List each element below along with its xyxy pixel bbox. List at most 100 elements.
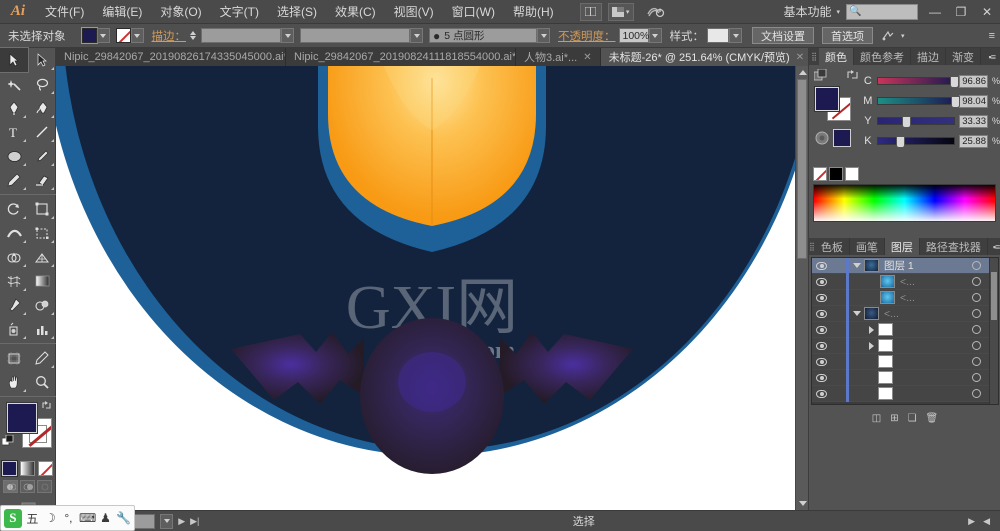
close-button[interactable]: ✕: [974, 0, 1000, 24]
layer-twirl-toggle[interactable]: [850, 263, 864, 268]
tab-color[interactable]: 颜色: [819, 48, 854, 65]
workspace-label[interactable]: 基本功能: [783, 3, 831, 20]
ime-settings-icon[interactable]: 🔧: [116, 511, 131, 525]
tab-stroke[interactable]: 描边: [911, 48, 946, 65]
next-artboard-button[interactable]: ▶: [178, 516, 185, 527]
status-resize-icon[interactable]: ◀: [983, 516, 990, 527]
eraser-tool[interactable]: [28, 168, 56, 192]
eyedropper-tool[interactable]: [0, 293, 28, 317]
layer-target-icon[interactable]: [964, 357, 988, 366]
menu-object[interactable]: 对象(O): [151, 0, 210, 24]
blend-tool[interactable]: [28, 293, 56, 317]
gradient-tool[interactable]: [28, 269, 56, 293]
layer-name[interactable]: <...: [900, 292, 964, 304]
color-last-swatch[interactable]: [833, 129, 851, 147]
menu-help[interactable]: 帮助(H): [504, 0, 563, 24]
search-input[interactable]: 🔍: [846, 3, 918, 20]
preferences-button[interactable]: 首选项: [822, 27, 873, 44]
stroke-profile-dropdown[interactable]: [410, 28, 423, 43]
menu-file[interactable]: 文件(F): [36, 0, 93, 24]
mesh-tool[interactable]: [0, 269, 28, 293]
stroke-label[interactable]: 描边：: [152, 28, 187, 44]
type-tool[interactable]: T: [0, 120, 28, 144]
layer-visibility-toggle[interactable]: [812, 277, 830, 286]
color-spectrum-bar[interactable]: [813, 184, 996, 222]
artboard-tool[interactable]: [0, 346, 28, 370]
tab-layers[interactable]: 图层: [884, 238, 920, 255]
layer-target-icon[interactable]: [964, 261, 988, 270]
layer-visibility-toggle[interactable]: [812, 261, 830, 270]
canvas-vertical-scrollbar[interactable]: [795, 66, 808, 510]
document-tab-3[interactable]: 人物3.ai*... ✕: [516, 48, 601, 66]
select-similar-button[interactable]: ▾: [881, 30, 905, 42]
restore-button[interactable]: ❐: [948, 0, 974, 24]
layer-target-icon[interactable]: [964, 293, 988, 302]
draw-behind-button[interactable]: [20, 480, 35, 493]
layer-target-icon[interactable]: [964, 341, 988, 350]
stroke-weight-stepper[interactable]: [190, 31, 199, 40]
selection-tool[interactable]: [0, 47, 29, 73]
layer-twirl-toggle[interactable]: [850, 311, 864, 316]
layer-visibility-toggle[interactable]: [812, 357, 830, 366]
layer-target-icon[interactable]: [964, 389, 988, 398]
ime-mode-wubi[interactable]: 五: [25, 510, 40, 527]
draw-inside-button[interactable]: [37, 480, 52, 493]
direct-selection-tool[interactable]: [28, 48, 56, 72]
bridge-icon[interactable]: [643, 2, 669, 22]
menu-view[interactable]: 视图(V): [385, 0, 443, 24]
delete-layer-icon[interactable]: 🗑: [926, 413, 939, 424]
toolbar-fill-swatch[interactable]: [6, 402, 38, 434]
spectrum-none-swatch[interactable]: [813, 167, 827, 181]
slider-track-k[interactable]: [876, 136, 955, 148]
brush-definition-dropdown[interactable]: [537, 28, 550, 43]
curvature-tool[interactable]: [28, 96, 56, 120]
ime-logo-icon[interactable]: S: [4, 508, 22, 528]
minimize-button[interactable]: —: [922, 0, 948, 24]
layers-panel-menu-icon[interactable]: ▪≡: [988, 238, 1000, 255]
menu-edit[interactable]: 编辑(E): [93, 0, 151, 24]
layer-twirl-toggle[interactable]: [864, 325, 878, 334]
layers-scrollbar[interactable]: [989, 258, 998, 404]
hand-tool[interactable]: [0, 370, 28, 394]
spectrum-black-swatch[interactable]: [829, 167, 843, 181]
layer-visibility-toggle[interactable]: [812, 341, 830, 350]
rotate-tool[interactable]: [0, 197, 28, 221]
layer-visibility-toggle[interactable]: [812, 389, 830, 398]
menu-effect[interactable]: 效果(C): [326, 0, 385, 24]
draw-normal-button[interactable]: [3, 480, 18, 493]
tab-pathfinder[interactable]: 路径查找器: [920, 238, 988, 255]
ime-extras-icon[interactable]: ♟: [98, 511, 113, 525]
color-none-icon[interactable]: [815, 131, 829, 145]
layer-row-6[interactable]: [812, 353, 998, 370]
scroll-up-icon[interactable]: [799, 70, 807, 75]
ime-punctuation-icon[interactable]: °,: [61, 511, 76, 525]
pencil-tool[interactable]: [0, 168, 28, 192]
default-fill-stroke-icon[interactable]: [1, 434, 14, 447]
last-artboard-button[interactable]: ▶|: [190, 516, 199, 527]
layer-row-3[interactable]: <...: [812, 305, 998, 322]
document-setup-button[interactable]: 文档设置: [752, 27, 814, 44]
stroke-dropdown[interactable]: [130, 28, 144, 43]
menu-window[interactable]: 窗口(W): [443, 0, 504, 24]
tab-color-guide[interactable]: 颜色参考: [854, 48, 911, 65]
make-sublayer-icon[interactable]: ⊞: [890, 413, 898, 424]
vertical-scroll-thumb[interactable]: [797, 79, 807, 259]
layer-row-4[interactable]: [812, 321, 998, 338]
status-menu-icon[interactable]: ▶: [968, 516, 975, 527]
slider-track-y[interactable]: [876, 116, 955, 128]
layer-name[interactable]: 图层 1: [884, 258, 964, 273]
slice-tool[interactable]: [28, 346, 56, 370]
menu-type[interactable]: 文字(T): [211, 0, 268, 24]
column-graph-tool[interactable]: [28, 317, 56, 341]
layer-name[interactable]: <...: [900, 276, 964, 288]
workspace-chevron-down-icon[interactable]: ▾: [836, 8, 840, 16]
new-layer-icon[interactable]: ❏: [908, 413, 917, 424]
lasso-tool[interactable]: [28, 72, 56, 96]
opacity-dropdown[interactable]: [648, 28, 662, 43]
magic-wand-tool[interactable]: [0, 72, 28, 96]
ime-moon-icon[interactable]: ☽: [43, 511, 58, 525]
graphic-style-swatch[interactable]: [707, 28, 729, 43]
tab-brushes[interactable]: 画笔: [850, 238, 885, 255]
ellipse-tool[interactable]: [0, 144, 28, 168]
symbol-sprayer-tool[interactable]: [0, 317, 28, 341]
